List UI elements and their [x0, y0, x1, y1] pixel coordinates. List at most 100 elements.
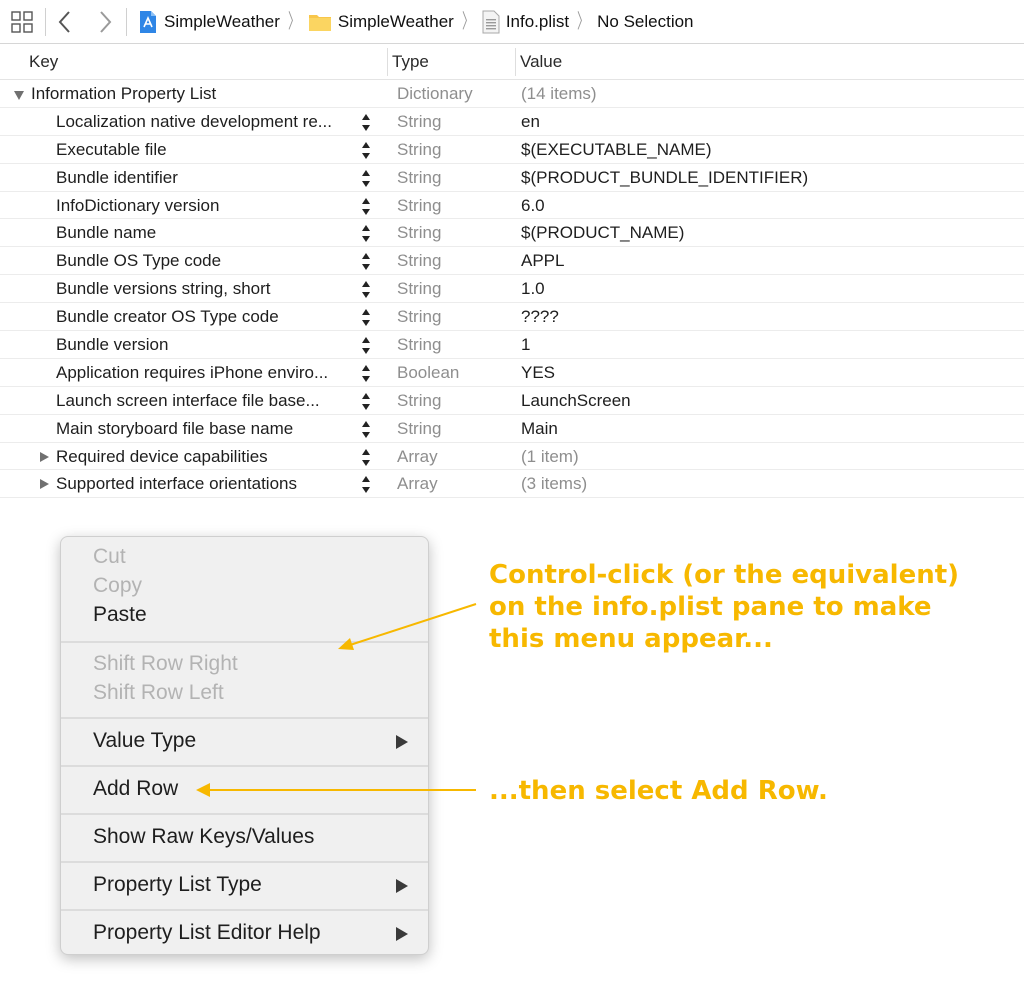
row-type[interactable]: String [397, 419, 441, 439]
row-key[interactable]: InfoDictionary version [56, 196, 356, 216]
row-key[interactable]: Bundle OS Type code [56, 251, 356, 271]
type-stepper-icon[interactable] [359, 448, 373, 468]
table-row[interactable]: Required device capabilities Array (1 item… [0, 443, 1024, 471]
back-chevron-icon[interactable] [56, 9, 74, 35]
row-value[interactable]: APPL [521, 251, 564, 271]
row-value[interactable]: (1 item) [521, 447, 579, 467]
type-stepper-icon[interactable] [359, 197, 373, 217]
row-value[interactable]: 1 [521, 335, 530, 355]
column-header-key[interactable]: Key [29, 52, 58, 72]
breadcrumb-project[interactable]: SimpleWeather [138, 10, 280, 34]
table-row[interactable]: Application requires iPhone enviro... Boo… [0, 359, 1024, 387]
row-type[interactable]: String [397, 335, 441, 355]
menu-item-add-row[interactable]: Add Row [93, 777, 178, 801]
table-row[interactable]: Bundle creator OS Type code String???? [0, 303, 1024, 332]
row-type[interactable]: String [397, 196, 441, 216]
row-key[interactable]: Bundle versions string, short [56, 279, 356, 299]
row-type[interactable]: String [397, 112, 441, 132]
column-divider[interactable] [515, 48, 516, 76]
type-stepper-icon[interactable] [359, 308, 373, 328]
table-row[interactable]: Supported interface orientations Array (3 … [0, 470, 1024, 499]
row-type[interactable]: String [397, 223, 441, 243]
row-type[interactable]: String [397, 140, 441, 160]
disclosure-triangle-right-icon[interactable] [38, 478, 50, 490]
column-divider[interactable] [387, 48, 388, 76]
table-row[interactable]: Bundle OS Type code String APPL [0, 247, 1024, 276]
menu-item-copy[interactable]: Copy [93, 574, 142, 598]
type-stepper-icon[interactable] [359, 392, 373, 412]
row-value[interactable]: en [521, 112, 540, 132]
table-row[interactable]: Bundle identifier String $(PRODUCT_BUNDLE_… [0, 164, 1024, 192]
row-value[interactable]: ???? [521, 307, 559, 327]
table-row-root[interactable]: Information Property List Dictionary (14… [0, 80, 1024, 108]
table-row[interactable]: InfoDictionary version String 6.0 [0, 192, 1024, 220]
menu-item-cut[interactable]: Cut [93, 545, 126, 569]
menu-item-value-type[interactable]: Value Type [93, 729, 196, 753]
forward-chevron-icon[interactable] [96, 9, 114, 35]
row-key[interactable]: Main storyboard file base name [56, 419, 356, 439]
row-type[interactable]: Array [397, 474, 438, 494]
type-stepper-icon[interactable] [359, 364, 373, 384]
table-row[interactable]: Localization native development re... Str… [0, 108, 1024, 136]
row-key[interactable]: Bundle identifier [56, 168, 356, 188]
type-stepper-icon[interactable] [359, 141, 373, 161]
row-value[interactable]: LaunchScreen [521, 391, 631, 411]
row-key[interactable]: Bundle name [56, 223, 356, 243]
table-row[interactable]: Bundle name String $(PRODUCT_NAME) [0, 219, 1024, 248]
table-row[interactable]: Main storyboard file base name String Main [0, 415, 1024, 443]
row-key[interactable]: Executable file [56, 140, 356, 160]
type-stepper-icon[interactable] [359, 280, 373, 300]
type-stepper-icon[interactable] [359, 113, 373, 133]
table-row[interactable]: Launch screen interface file base... Stri… [0, 387, 1024, 415]
row-value[interactable]: $(PRODUCT_NAME) [521, 223, 684, 243]
table-row[interactable]: Executable file String $(EXECUTABLE_NAME) [0, 136, 1024, 164]
type-stepper-icon[interactable] [359, 336, 373, 356]
row-key[interactable]: Application requires iPhone enviro... [56, 363, 356, 383]
submenu-arrow-icon [396, 879, 408, 893]
row-value[interactable]: 1.0 [521, 279, 545, 299]
type-stepper-icon[interactable] [359, 224, 373, 244]
plist-file-icon [482, 10, 500, 34]
type-stepper-icon[interactable] [359, 252, 373, 272]
row-value[interactable]: Main [521, 419, 558, 439]
disclosure-triangle-right-icon[interactable] [38, 451, 50, 463]
breadcrumb-folder[interactable]: SimpleWeather [308, 12, 454, 32]
menu-item-property-list-type[interactable]: Property List Type [93, 873, 262, 897]
row-type[interactable]: String [397, 251, 441, 271]
breadcrumb-file[interactable]: Info.plist [482, 10, 569, 34]
row-type[interactable]: String [397, 168, 441, 188]
row-key[interactable]: Bundle creator OS Type code [56, 307, 356, 327]
row-type[interactable]: String [397, 391, 441, 411]
table-row[interactable]: Bundle versions string, short String 1.0 [0, 275, 1024, 304]
row-key[interactable]: Launch screen interface file base... [56, 391, 356, 411]
row-type[interactable]: Boolean [397, 363, 459, 383]
row-value[interactable]: (3 items) [521, 474, 587, 494]
type-stepper-icon[interactable] [359, 420, 373, 440]
menu-item-shift-row-left[interactable]: Shift Row Left [93, 681, 224, 705]
row-value[interactable]: $(EXECUTABLE_NAME) [521, 140, 712, 160]
row-type[interactable]: Array [397, 447, 438, 467]
breadcrumb-label: No Selection [597, 12, 694, 31]
menu-item-paste[interactable]: Paste [93, 603, 147, 627]
row-key[interactable]: Bundle version [56, 335, 356, 355]
row-key[interactable]: Supported interface orientations [56, 474, 356, 494]
row-value[interactable]: $(PRODUCT_BUNDLE_IDENTIFIER) [521, 168, 808, 188]
table-row[interactable]: Bundle version String 1 [0, 331, 1024, 359]
row-type[interactable]: String [397, 307, 441, 327]
menu-item-show-raw-keys-values[interactable]: Show Raw Keys/Values [93, 825, 314, 849]
menu-item-shift-row-right[interactable]: Shift Row Right [93, 652, 238, 676]
row-key[interactable]: Localization native development re... [56, 112, 356, 132]
column-header-value[interactable]: Value [520, 52, 562, 72]
related-items-grid-icon[interactable] [11, 11, 33, 33]
breadcrumb-selection[interactable]: No Selection [597, 12, 693, 32]
row-value[interactable]: YES [521, 363, 555, 383]
type-stepper-icon[interactable] [359, 169, 373, 189]
row-key: Information Property List [31, 84, 217, 103]
column-header-type[interactable]: Type [392, 52, 429, 72]
disclosure-triangle-down-icon[interactable] [13, 89, 25, 101]
row-key[interactable]: Required device capabilities [56, 447, 356, 467]
type-stepper-icon[interactable] [359, 475, 373, 495]
row-type[interactable]: String [397, 279, 441, 299]
row-value[interactable]: 6.0 [521, 196, 545, 216]
menu-item-property-list-editor-help[interactable]: Property List Editor Help [93, 921, 321, 945]
